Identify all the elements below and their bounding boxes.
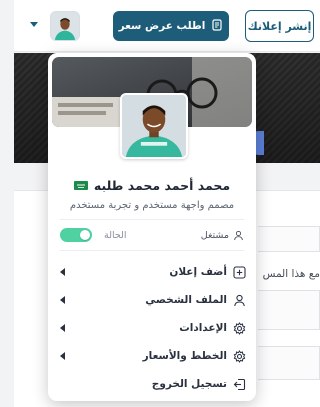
background-input[interactable]: [258, 226, 320, 252]
menu-item-profile[interactable]: الملف الشخصي: [60, 289, 246, 311]
menu-item-logout[interactable]: تسجيل الخروج: [60, 373, 246, 395]
background-textarea[interactable]: [258, 290, 320, 330]
saudi-flag-icon: [73, 180, 88, 190]
divider: [60, 219, 244, 220]
status-toggle[interactable]: [60, 228, 92, 242]
menu-item-add-ad[interactable]: أضف إعلان: [60, 261, 246, 283]
publish-ad-label: إنشر إعلانك: [247, 19, 312, 33]
request-quote-button[interactable]: اطلب عرض سعر: [113, 11, 229, 41]
user-avatar-button[interactable]: [50, 11, 80, 41]
user-dropdown-menu: محمد أحمد محمد طلبه مصمم واجهة مستخدم و …: [48, 53, 256, 401]
chevron-left-icon: [60, 296, 65, 304]
chevron-left-icon: [60, 324, 65, 332]
menu-item-label: الخطط والأسعار: [142, 350, 227, 362]
user-name: محمد أحمد محمد طلبه: [93, 177, 231, 193]
document-icon: [211, 18, 223, 34]
menu-item-settings[interactable]: الإعدادات: [60, 317, 246, 339]
divider: [60, 250, 244, 251]
chevron-left-icon: [60, 352, 65, 360]
work-status-label: مشتغل: [200, 229, 229, 241]
gear-icon: [233, 349, 246, 363]
plus-square-icon: [233, 265, 246, 279]
user-job-title: مصمم واجهة مستخدم و تجربة مستخدم: [69, 200, 235, 211]
background-input-2[interactable]: [258, 346, 320, 380]
chevron-left-icon: [60, 268, 65, 276]
status-label: الحالة: [104, 229, 127, 241]
menu-item-label: الملف الشخصي: [145, 294, 227, 306]
background-label: مع هذا المس: [262, 268, 320, 280]
top-bar: إنشر إعلانك اطلب عرض سعر: [14, 0, 320, 52]
publish-ad-button[interactable]: إنشر إعلانك: [245, 10, 314, 42]
logout-icon: [233, 378, 246, 391]
toggle-knob: [80, 230, 90, 240]
gear-icon: [233, 321, 246, 335]
status-row: مشتغل الحالة: [60, 226, 244, 244]
chevron-down-icon[interactable]: [30, 22, 38, 27]
request-quote-label: اطلب عرض سعر: [118, 20, 206, 32]
user-icon: [233, 294, 246, 307]
menu-item-plans[interactable]: الخطط والأسعار: [60, 345, 246, 367]
profile-photo: [120, 93, 188, 159]
menu-item-label: أضف إعلان: [169, 266, 227, 278]
user-icon: [234, 230, 243, 240]
menu-item-label: تسجيل الخروج: [151, 378, 227, 390]
menu-item-label: الإعدادات: [179, 322, 227, 334]
avatar: [51, 12, 79, 40]
user-name-row: محمد أحمد محمد طلبه: [48, 175, 256, 195]
